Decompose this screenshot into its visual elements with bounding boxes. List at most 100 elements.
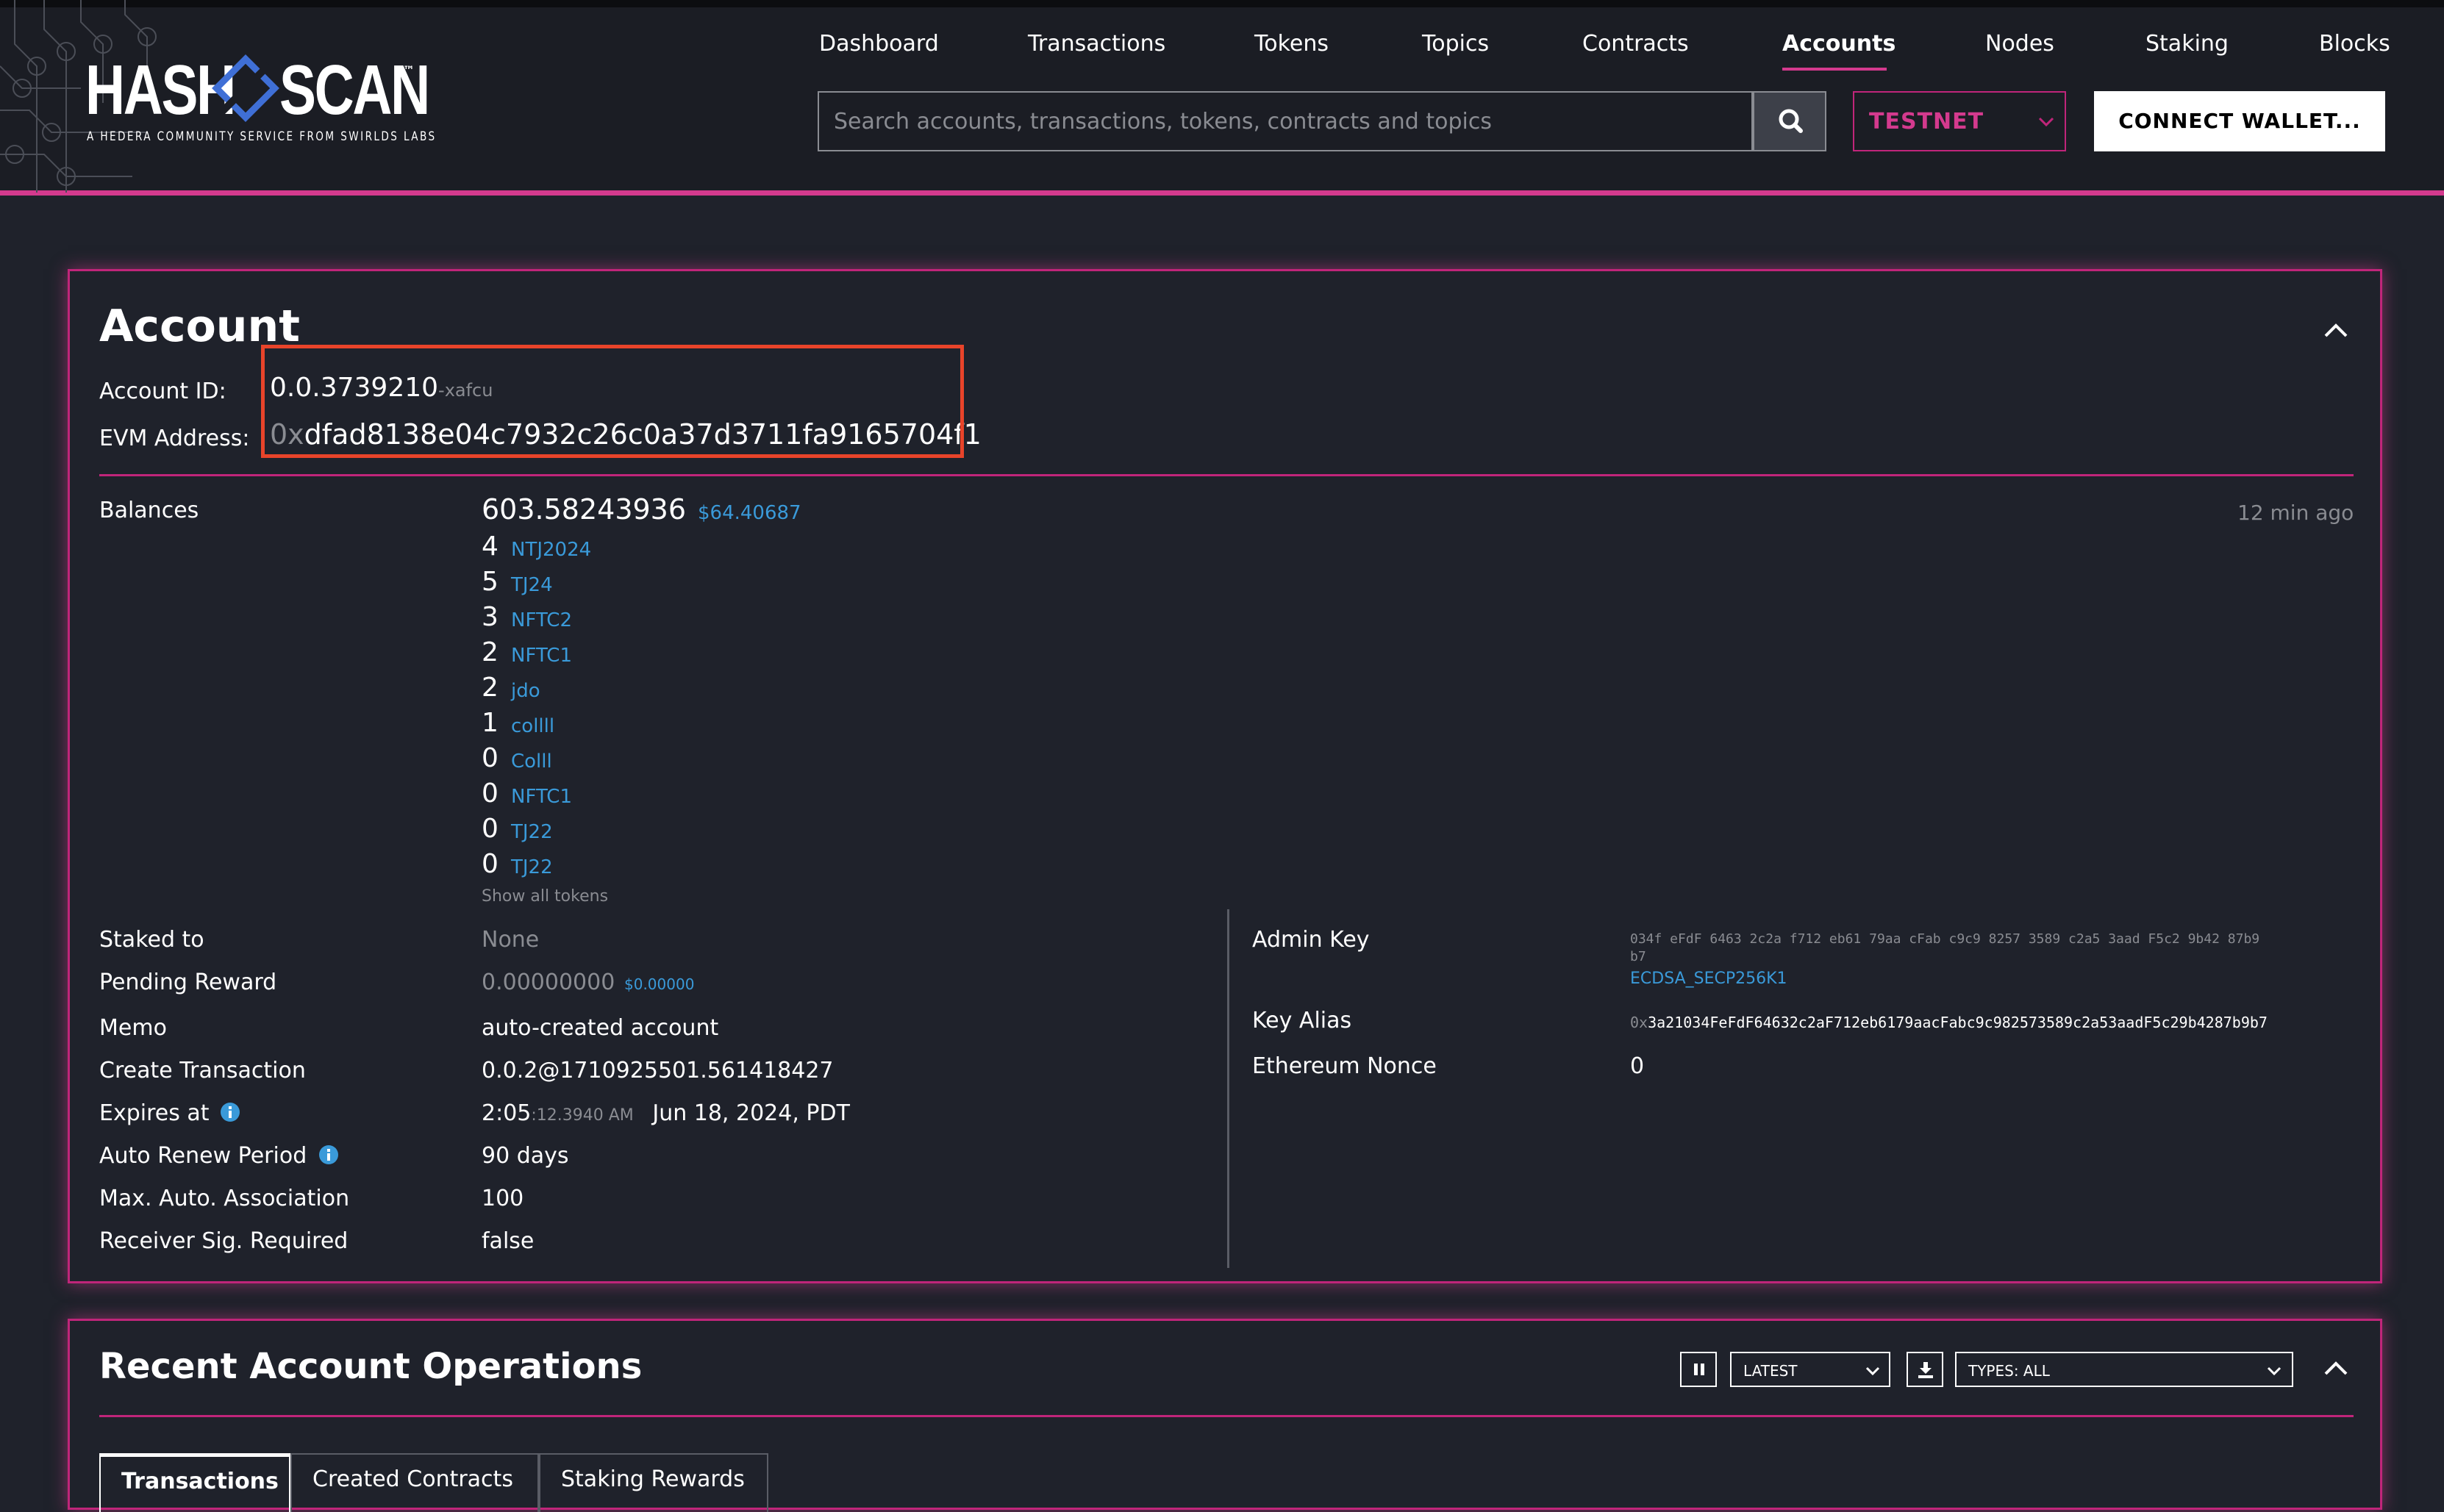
- account-card: Account Account ID: 0.0.3739210-xafcu EV…: [68, 269, 2382, 1283]
- nav-nodes[interactable]: Nodes: [1985, 31, 2054, 57]
- staked-to-label: Staked to: [99, 927, 204, 953]
- token-qty: 0: [482, 814, 499, 844]
- main-nav: Dashboard Transactions Tokens Topics Con…: [819, 31, 2393, 75]
- token-link[interactable]: jdo: [511, 680, 540, 702]
- admin-key-value-line2: b7: [1630, 949, 1646, 964]
- account-header-divider: [99, 474, 2354, 476]
- token-link[interactable]: NTJ2024: [511, 539, 591, 561]
- search-button[interactable]: [1753, 91, 1826, 151]
- network-selector[interactable]: TESTNET: [1853, 91, 2066, 151]
- token-link[interactable]: TJ22: [511, 856, 553, 878]
- token-link[interactable]: collll: [511, 715, 554, 737]
- max-auto-association-label: Max. Auto. Association: [99, 1186, 350, 1211]
- tab-transactions[interactable]: Transactions: [99, 1453, 290, 1512]
- download-icon: [1918, 1362, 1933, 1378]
- nav-active-underline: [1782, 68, 1887, 71]
- admin-key-value-line1: 034f eFdF 6463 2c2a f712 eb61 79aa cFab …: [1630, 931, 2260, 947]
- chevron-up-icon[interactable]: [2321, 1353, 2351, 1383]
- expires-time-fraction: :12.3940 AM: [531, 1106, 634, 1125]
- top-header: HASH SCAN ™ A HEDERA COMMUNITY SERVICE F…: [0, 0, 2444, 196]
- staked-to-value: None: [482, 927, 540, 953]
- receiver-sig-label: Receiver Sig. Required: [99, 1228, 349, 1254]
- connect-wallet-button[interactable]: CONNECT WALLET...: [2094, 91, 2385, 151]
- hashscan-logo[interactable]: HASH SCAN ™ A HEDERA COMMUNITY SERVICE F…: [85, 50, 437, 153]
- tab-staking-rewards[interactable]: Staking Rewards: [539, 1453, 768, 1512]
- info-icon[interactable]: [318, 1144, 339, 1165]
- highlight-box: [261, 345, 964, 458]
- balance-updated-time: 12 min ago: [2237, 501, 2354, 525]
- latest-select[interactable]: LATEST: [1730, 1352, 1890, 1387]
- operations-header-divider: [99, 1415, 2354, 1417]
- types-select-value: TYPES: ALL: [1968, 1362, 2050, 1380]
- pending-reward-usd: $0.00000: [624, 975, 695, 993]
- logo-tagline: A HEDERA COMMUNITY SERVICE FROM SWIRLDS …: [87, 129, 437, 144]
- token-link[interactable]: TJ22: [511, 821, 553, 843]
- logo-mark-icon: [212, 54, 279, 122]
- logo-scan-text: SCAN: [279, 51, 430, 129]
- network-label: TESTNET: [1869, 109, 1984, 135]
- token-qty: 0: [482, 849, 499, 879]
- usd-balance: $64.40687: [698, 502, 801, 524]
- token-qty: 0: [482, 778, 499, 809]
- key-alias-prefix: 0x: [1630, 1014, 1648, 1031]
- chevron-up-icon[interactable]: [2321, 315, 2351, 345]
- nav-topics[interactable]: Topics: [1422, 31, 1489, 57]
- latest-select-value: LATEST: [1743, 1362, 1798, 1380]
- auto-renew-label: Auto Renew Period: [99, 1143, 307, 1169]
- token-qty: 2: [482, 673, 499, 703]
- create-transaction-link[interactable]: 0.0.2@1710925501.561418427: [482, 1058, 834, 1083]
- token-link[interactable]: TJ24: [511, 574, 553, 596]
- max-auto-association-value: 100: [482, 1186, 524, 1211]
- nav-blocks[interactable]: Blocks: [2319, 31, 2390, 57]
- token-qty: 2: [482, 637, 499, 667]
- chevron-down-icon: [1865, 1366, 1880, 1376]
- token-qty: 5: [482, 567, 499, 597]
- ethereum-nonce-value: 0: [1630, 1053, 1645, 1079]
- token-link[interactable]: NFTC2: [511, 609, 572, 631]
- search-box: [818, 91, 1753, 151]
- nav-accounts[interactable]: Accounts: [1782, 31, 1895, 57]
- chevron-down-icon: [2267, 1366, 2282, 1376]
- token-qty: 4: [482, 531, 499, 562]
- balances-label: Balances: [99, 498, 199, 523]
- search-icon: [1779, 109, 1803, 133]
- pending-reward-label: Pending Reward: [99, 970, 277, 995]
- token-link[interactable]: NFTC1: [511, 645, 572, 667]
- pause-button[interactable]: [1680, 1352, 1717, 1387]
- memo-label: Memo: [99, 1015, 167, 1041]
- expires-at-label: Expires at: [99, 1100, 210, 1126]
- key-alias-label: Key Alias: [1252, 1008, 1352, 1033]
- pending-reward-value: 0.00000000: [482, 970, 615, 995]
- recent-operations-title: Recent Account Operations: [99, 1346, 643, 1387]
- tab-created-contracts[interactable]: Created Contracts: [290, 1453, 539, 1512]
- account-id-label: Account ID:: [99, 379, 226, 404]
- header-top-strip: [0, 0, 2444, 7]
- token-qty: 0: [482, 743, 499, 773]
- ethereum-nonce-label: Ethereum Nonce: [1252, 1053, 1437, 1079]
- hbar-balance: 603.58243936: [482, 493, 687, 526]
- token-qty: 1: [482, 708, 499, 738]
- token-link[interactable]: NFTC1: [511, 786, 572, 808]
- token-link[interactable]: Colll: [511, 750, 552, 773]
- auto-renew-value: 90 days: [482, 1143, 569, 1169]
- search-input[interactable]: [819, 93, 1687, 150]
- nav-transactions[interactable]: Transactions: [1028, 31, 1165, 57]
- expires-time: 2:05: [482, 1100, 532, 1126]
- nav-dashboard[interactable]: Dashboard: [819, 31, 939, 57]
- logo-trademark: ™: [403, 63, 415, 77]
- nav-contracts[interactable]: Contracts: [1582, 31, 1689, 57]
- types-select[interactable]: TYPES: ALL: [1955, 1352, 2293, 1387]
- nav-staking[interactable]: Staking: [2145, 31, 2229, 57]
- download-button[interactable]: [1907, 1352, 1943, 1387]
- expires-at-value: 2:05:12.3940 AM Jun 18, 2024, PDT: [482, 1100, 850, 1126]
- show-all-tokens-link[interactable]: Show all tokens: [482, 887, 608, 906]
- column-divider: [1227, 909, 1229, 1268]
- evm-address-label: EVM Address:: [99, 426, 250, 451]
- info-icon[interactable]: [220, 1102, 240, 1122]
- admin-key-type: ECDSA_SECP256K1: [1630, 970, 1787, 988]
- nav-tokens[interactable]: Tokens: [1254, 31, 1329, 57]
- chevron-down-icon: [2038, 117, 2054, 127]
- expires-date: Jun 18, 2024, PDT: [652, 1100, 850, 1126]
- admin-key-label: Admin Key: [1252, 927, 1370, 953]
- pause-icon: [1694, 1364, 1704, 1375]
